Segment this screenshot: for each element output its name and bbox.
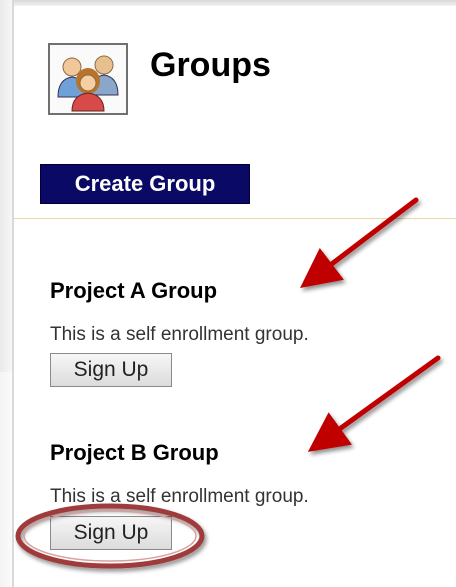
annotation-arrow-project-b [307, 355, 441, 452]
top-border [12, 0, 456, 6]
left-background-lower [0, 372, 12, 587]
create-group-button[interactable]: Create Group [40, 164, 250, 204]
annotation-arrow-project-a [300, 197, 419, 289]
divider [14, 218, 456, 219]
sign-up-button-project-a[interactable]: Sign Up [50, 353, 172, 387]
group-people-icon [48, 43, 128, 115]
group-description-project-b: This is a self enrollment group. [50, 486, 309, 507]
group-description-project-a: This is a self enrollment group. [50, 324, 309, 345]
panel-edge [12, 0, 14, 587]
page-title: Groups [150, 46, 271, 84]
group-name-project-b[interactable]: Project B Group [50, 440, 219, 466]
group-name-project-a[interactable]: Project A Group [50, 278, 217, 304]
sign-up-button-project-b[interactable]: Sign Up [50, 516, 172, 550]
